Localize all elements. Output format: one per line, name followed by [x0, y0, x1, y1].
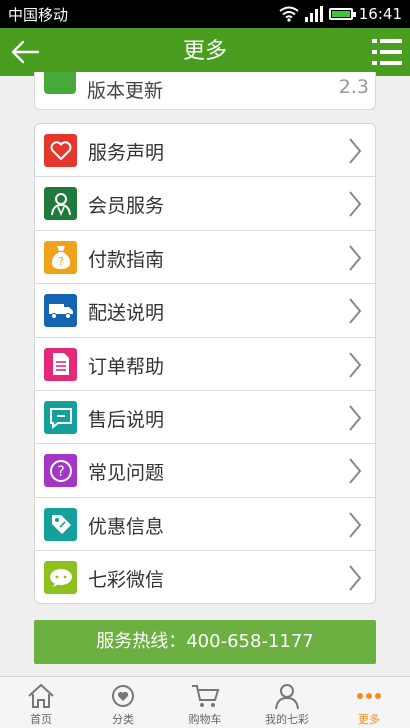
chevron-right-icon	[349, 565, 362, 591]
wechat-icon	[44, 561, 77, 595]
menu-item[interactable]: 优惠信息	[35, 498, 375, 552]
tag-icon	[44, 507, 77, 541]
status-indicators: 16:41	[279, 5, 402, 23]
home-icon	[26, 682, 56, 710]
menu-item-label: 常见问题	[88, 462, 165, 485]
chevron-right-icon	[349, 405, 362, 431]
tab-item[interactable]: 分类	[82, 677, 164, 728]
chevron-right-icon	[349, 458, 362, 485]
menu-item[interactable]: 订单帮助	[35, 338, 375, 391]
page-title: 更多	[182, 39, 227, 64]
svg-text:?: ?	[58, 255, 64, 268]
update-icon	[44, 72, 76, 94]
truck-icon	[44, 294, 77, 328]
wifi-icon	[279, 6, 299, 22]
version-update-row[interactable]: 版本更新 2.3	[34, 72, 376, 110]
list-menu-icon[interactable]	[372, 37, 402, 67]
tab-label: 购物车	[188, 713, 222, 726]
menu-item-label: 订单帮助	[88, 355, 165, 378]
tab-label: 更多	[358, 713, 380, 726]
menu-item[interactable]: 售后说明	[35, 391, 375, 445]
menu-item-label: 付款指南	[88, 248, 165, 271]
menu-item[interactable]: ? 付款指南	[35, 231, 375, 285]
profile-icon	[272, 682, 302, 710]
chat-icon	[44, 401, 77, 434]
menu-item-label: 服务声明	[88, 142, 165, 164]
menu-list: 服务声明 会员服务? 付款指南 配送说明 订单帮助 售后说明? 常见问题 优惠信息 七彩微信	[34, 123, 376, 604]
menu-item[interactable]: ? 常见问题	[35, 444, 375, 498]
tab-label: 首页	[30, 713, 52, 726]
heart-icon	[44, 134, 77, 167]
carrier-name: 中国移动	[8, 6, 69, 24]
menu-item-label: 配送说明	[88, 302, 165, 325]
tab-item[interactable]: 更多	[328, 677, 410, 728]
more-dots-icon	[354, 682, 384, 710]
document-icon	[44, 347, 77, 381]
version-update-label: 版本更新	[87, 80, 164, 102]
category-icon	[108, 682, 138, 710]
service-hotline-button[interactable]: 服务热线：400-658-1177	[34, 620, 376, 664]
menu-item-label: 会员服务	[88, 195, 165, 218]
chevron-right-icon	[349, 245, 362, 271]
chevron-right-icon	[349, 298, 362, 324]
menu-item-label: 优惠信息	[88, 515, 165, 538]
clock: 16:41	[358, 5, 402, 23]
question-icon: ?	[44, 454, 77, 488]
tab-item[interactable]: 购物车	[164, 677, 246, 728]
menu-item[interactable]: 七彩微信	[35, 551, 375, 603]
member-icon	[44, 187, 77, 221]
menu-item-label: 七彩微信	[88, 569, 165, 592]
bottom-tab-bar: 首页 分类 购物车 我的七彩 更多	[0, 676, 410, 728]
cart-icon	[190, 682, 220, 710]
menu-item[interactable]: 配送说明	[35, 284, 375, 338]
money-bag-icon: ?	[44, 240, 77, 274]
status-bar: 中国移动 16:41	[0, 0, 410, 28]
menu-item[interactable]: 服务声明	[35, 124, 375, 178]
menu-item[interactable]: 会员服务	[35, 177, 375, 231]
version-number: 2.3	[338, 76, 369, 98]
tab-item[interactable]: 我的七彩	[246, 677, 328, 728]
app-header: 更多	[0, 28, 410, 76]
battery-icon	[328, 8, 356, 20]
chevron-right-icon	[349, 191, 362, 218]
chevron-right-icon	[349, 138, 362, 164]
signal-icon	[304, 6, 323, 22]
tab-item[interactable]: 首页	[0, 677, 82, 728]
svg-text:?: ?	[57, 464, 64, 480]
chevron-right-icon	[349, 512, 362, 538]
tab-label: 我的七彩	[265, 713, 309, 726]
tab-label: 分类	[112, 713, 134, 726]
menu-item-label: 售后说明	[88, 409, 165, 431]
chevron-right-icon	[349, 351, 362, 378]
